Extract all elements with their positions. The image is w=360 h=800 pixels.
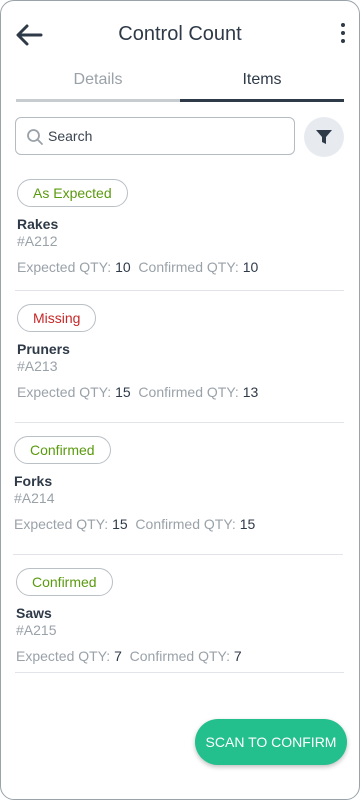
scan-to-confirm-button[interactable]: SCAN TO CONFIRM xyxy=(195,719,347,765)
status-badge: Confirmed xyxy=(14,436,111,464)
item-quantities: Expected QTY: 15 Confirmed QTY: 13 xyxy=(17,384,344,400)
item-sku: #A214 xyxy=(14,490,55,506)
item-sku: #A212 xyxy=(17,233,58,249)
app-header: Control Count xyxy=(1,1,359,69)
item-name: Saws xyxy=(16,605,52,621)
item-quantities: Expected QTY: 7 Confirmed QTY: 7 xyxy=(16,648,344,664)
confirmed-qty-label: Confirmed QTY: xyxy=(138,384,239,400)
page-title: Control Count xyxy=(118,23,242,45)
search-icon xyxy=(27,129,43,145)
more-options-button[interactable] xyxy=(339,23,347,45)
list-item[interactable]: Missing Pruners #A213 Expected QTY: 15 C… xyxy=(15,304,344,423)
list-item[interactable]: Confirmed Forks #A214 Expected QTY: 15 C… xyxy=(13,436,343,555)
expected-qty-label: Expected QTY: xyxy=(16,648,111,664)
tab-bar: Details Items xyxy=(16,69,344,102)
status-badge: Missing xyxy=(17,304,97,332)
expected-qty-label: Expected QTY: xyxy=(17,259,112,275)
item-quantities: Expected QTY: 15 Confirmed QTY: 15 xyxy=(14,516,343,532)
item-name: Rakes xyxy=(17,216,59,232)
status-badge: Confirmed xyxy=(16,568,113,596)
tab-items[interactable]: Items xyxy=(180,69,344,102)
status-badge: As Expected xyxy=(17,179,128,207)
confirmed-qty-value: 10 xyxy=(242,259,259,275)
more-vertical-icon xyxy=(339,23,347,43)
list-item[interactable]: As Expected Rakes #A212 Expected QTY: 10… xyxy=(15,179,344,291)
filter-button[interactable] xyxy=(304,117,344,157)
expected-qty-value: 10 xyxy=(115,259,131,275)
filter-icon xyxy=(316,130,332,144)
expected-qty-label: Expected QTY: xyxy=(17,384,112,400)
confirmed-qty-value: 15 xyxy=(239,516,256,532)
confirmed-qty-label: Confirmed QTY: xyxy=(135,516,236,532)
item-name: Pruners xyxy=(17,341,70,357)
confirmed-qty-label: Confirmed QTY: xyxy=(138,259,239,275)
search-input[interactable] xyxy=(48,119,288,153)
search-box[interactable] xyxy=(15,117,295,155)
item-sku: #A213 xyxy=(17,358,58,374)
expected-qty-value: 15 xyxy=(115,384,131,400)
expected-qty-label: Expected QTY: xyxy=(14,516,109,532)
expected-qty-value: 7 xyxy=(114,648,122,664)
confirmed-qty-value: 13 xyxy=(242,384,259,400)
item-sku: #A215 xyxy=(16,622,57,638)
tab-details[interactable]: Details xyxy=(16,69,180,102)
expected-qty-value: 15 xyxy=(112,516,128,532)
app-frame: Control Count Details Items As Expected … xyxy=(0,0,360,800)
list-item[interactable]: Confirmed Saws #A215 Expected QTY: 7 Con… xyxy=(15,568,344,673)
confirmed-qty-label: Confirmed QTY: xyxy=(129,648,231,664)
item-quantities: Expected QTY: 10 Confirmed QTY: 10 xyxy=(17,259,344,275)
confirmed-qty-value: 7 xyxy=(233,648,242,664)
item-name: Forks xyxy=(14,473,53,489)
